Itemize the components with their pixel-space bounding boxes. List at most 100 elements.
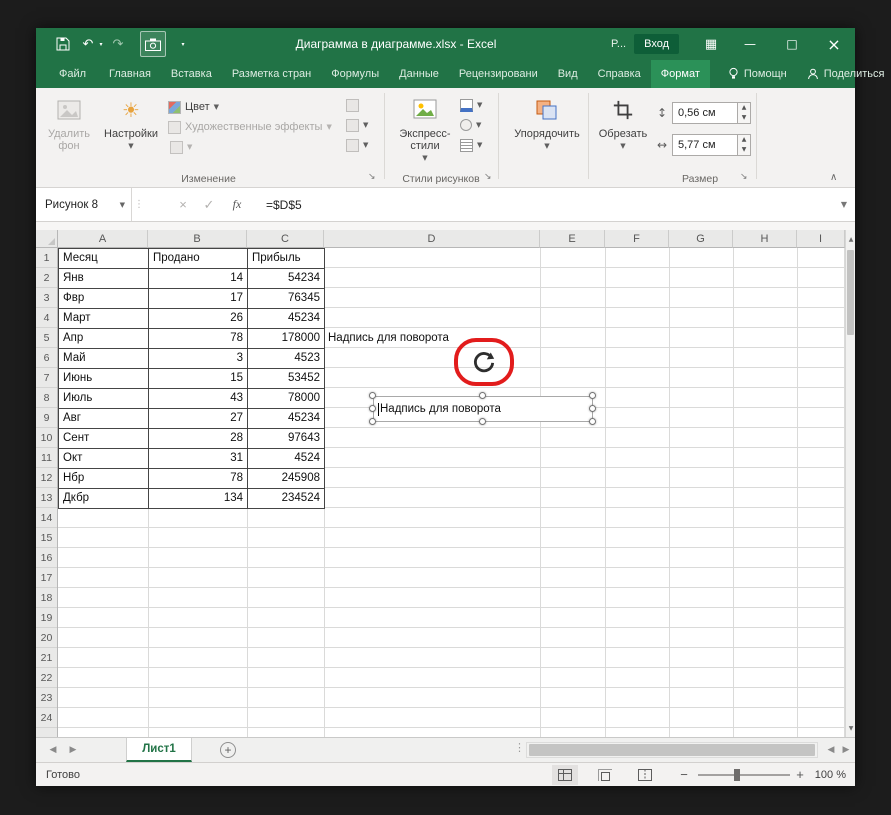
corrections-button[interactable]: ☀ Настройки ▼ [100,92,162,150]
table-cell[interactable]: 45234 [248,409,325,429]
undo-dropdown-icon[interactable]: ▾ [96,28,106,60]
maximize-button[interactable]: □ [771,28,813,60]
sign-in-button[interactable]: Вход [634,34,679,54]
column-header-e[interactable]: E [540,230,605,248]
row-header[interactable]: 14 [36,508,57,528]
add-sheet-button[interactable]: + [220,742,236,758]
resize-handle-bottom-middle[interactable] [479,418,486,425]
sheet-nav-left-icon[interactable]: ◀ [44,738,62,762]
zoom-slider-thumb[interactable] [734,769,740,781]
tab-review[interactable]: Рецензировани [449,60,548,88]
table-cell[interactable]: Янв [59,269,149,289]
row-header[interactable]: 24 [36,708,57,728]
row-header[interactable]: 6 [36,348,57,368]
sheet-nav-right-icon[interactable]: ▶ [64,738,82,762]
table-cell[interactable]: 78 [149,329,248,349]
expand-formula-bar-icon[interactable]: ▼ [841,200,847,209]
crop-button[interactable]: Обрезать ▼ [596,92,650,150]
table-cell[interactable]: 97643 [248,429,325,449]
table-cell[interactable]: 43 [149,389,248,409]
zoom-slider-track[interactable] [698,774,790,776]
table-cell[interactable]: 3 [149,349,248,369]
width-stepper[interactable]: ▲▼ [738,134,751,156]
table-cell[interactable]: 134 [149,489,248,509]
remove-background-button[interactable]: Удалить фон [42,92,96,152]
table-header-cell[interactable]: Месяц [59,249,149,269]
height-stepper[interactable]: ▲▼ [738,102,751,124]
row-header[interactable]: 19 [36,608,57,628]
chevron-down-icon[interactable]: ▼ [120,201,125,209]
resize-handle-bottom-left[interactable] [369,418,376,425]
spin-up-icon[interactable]: ▲ [738,135,750,145]
table-cell[interactable]: 26 [149,309,248,329]
resize-handle-top-middle[interactable] [479,392,486,399]
row-header[interactable]: 2 [36,268,57,288]
scroll-up-icon[interactable]: ▲ [846,230,856,248]
row-header[interactable]: 9 [36,408,57,428]
row-header[interactable]: 21 [36,648,57,668]
formula-input[interactable]: =$D$5 [266,198,302,212]
row-header[interactable]: 18 [36,588,57,608]
tab-home[interactable]: Главная [99,60,161,88]
row-header[interactable]: 1 [36,248,57,268]
column-header-f[interactable]: F [605,230,669,248]
column-header-g[interactable]: G [669,230,733,248]
row-header[interactable]: 23 [36,688,57,708]
tab-help[interactable]: Справка [588,60,651,88]
table-cell[interactable]: 78000 [248,389,325,409]
insert-function-icon[interactable]: fx [222,197,252,212]
row-header[interactable]: 10 [36,428,57,448]
row-header[interactable]: 17 [36,568,57,588]
table-cell[interactable]: 76345 [248,289,325,309]
table-cell[interactable]: 178000 [248,329,325,349]
table-cell[interactable]: 245908 [248,469,325,489]
table-cell[interactable]: Апр [59,329,149,349]
artistic-effects-button[interactable]: Художественные эффекты ▼ [168,118,332,136]
page-break-view-button[interactable] [632,765,658,785]
picture-layout-button[interactable]: ▼ [460,136,482,154]
table-header-cell[interactable]: Продано [149,249,248,269]
table-cell[interactable]: Дкбр [59,489,149,509]
change-picture-button[interactable]: ▼ [346,116,368,134]
table-cell[interactable]: 4524 [248,449,325,469]
resize-handle-top-right[interactable] [589,392,596,399]
normal-view-button[interactable] [552,765,578,785]
row-header[interactable]: 3 [36,288,57,308]
table-cell[interactable]: 15 [149,369,248,389]
scroll-right-icon[interactable]: ▶ [837,738,855,762]
cell-d5-text[interactable]: Надпись для поворота [328,328,449,348]
column-header-d[interactable]: D [324,230,540,248]
vertical-scroll-thumb[interactable] [847,250,854,335]
table-cell[interactable]: Окт [59,449,149,469]
column-header-b[interactable]: B [148,230,247,248]
tab-file[interactable]: Файл [46,60,99,88]
resize-handle-middle-left[interactable] [369,405,376,412]
column-header-i[interactable]: I [797,230,845,248]
table-cell[interactable]: 17 [149,289,248,309]
horizontal-scrollbar[interactable] [526,742,818,758]
table-cell[interactable]: 45234 [248,309,325,329]
dialog-launcher-icon[interactable]: ↘ [740,172,748,182]
cell-grid[interactable]: МесяцПроданоПрибыльЯнв1454234Фвр1776345М… [58,248,845,737]
save-icon[interactable] [50,28,76,60]
tab-assistant[interactable]: Помощн [718,60,797,88]
resize-handle-top-left[interactable] [369,392,376,399]
name-box[interactable]: Рисунок 8 ▼ [36,188,132,221]
table-cell[interactable]: Июль [59,389,149,409]
camera-icon[interactable] [140,31,166,57]
table-cell[interactable]: 234524 [248,489,325,509]
picture-border-button[interactable]: ▼ [460,96,482,114]
sheet-tab-list1[interactable]: Лист1 [126,738,192,762]
picture-effects-button[interactable]: ▼ [460,116,481,134]
table-cell[interactable]: Май [59,349,149,369]
table-header-cell[interactable]: Прибыль [248,249,325,269]
row-header[interactable]: 20 [36,628,57,648]
resize-handle-middle-right[interactable] [589,405,596,412]
transparency-button[interactable]: ▼ [170,138,192,156]
tab-format[interactable]: Формат [651,60,710,88]
table-cell[interactable]: 14 [149,269,248,289]
enter-icon[interactable]: ✓ [196,188,222,221]
row-header[interactable]: 16 [36,548,57,568]
tab-page-layout[interactable]: Разметка стран [222,60,321,88]
table-cell[interactable]: Нбр [59,469,149,489]
